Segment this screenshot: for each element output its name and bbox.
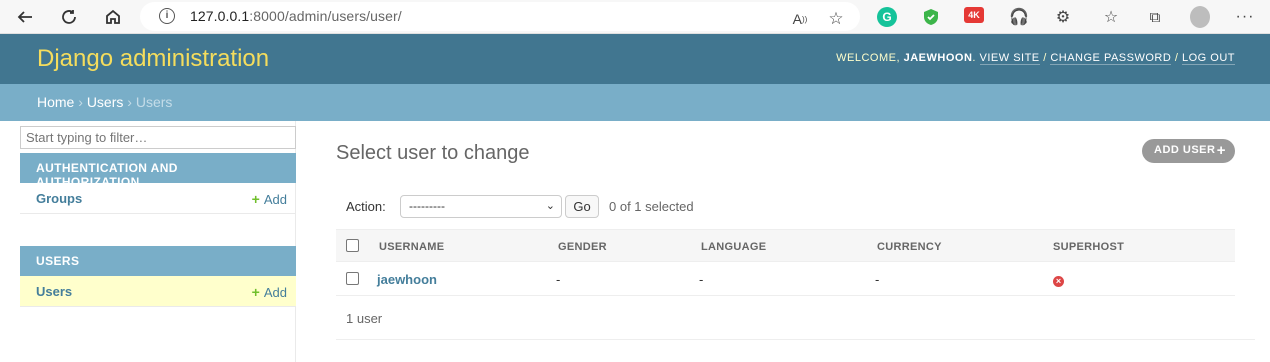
extensions-icon[interactable]: ⚙ [1053, 7, 1073, 27]
grammarly-extension-icon[interactable]: G [877, 7, 897, 27]
plus-icon: + [1216, 142, 1226, 159]
app-caption-users[interactable]: Users [20, 246, 296, 276]
nav-sidebar: Authentication and Authorization Groups … [0, 121, 296, 362]
paginator: 1 user [336, 298, 1255, 340]
username-link[interactable]: jaewhoon [377, 272, 437, 287]
sidebar-item-users: Users + Add [20, 276, 296, 307]
shield-extension-icon[interactable] [921, 7, 941, 27]
url-text[interactable]: 127.0.0.1:8000/admin/users/user/ [190, 8, 402, 24]
cell-currency: - [875, 272, 880, 287]
welcome-username: jaewhoon [903, 52, 973, 64]
result-list: Username Gender Language Currency Superh… [336, 229, 1235, 296]
column-header-gender[interactable]: Gender [558, 241, 607, 253]
favorites-icon[interactable]: ☆ [1101, 7, 1121, 27]
cell-gender: - [556, 272, 561, 287]
table-row: jaewhoon - - - × [336, 262, 1235, 296]
log-out-link[interactable]: Log out [1181, 52, 1235, 65]
breadcrumb-app[interactable]: Users [87, 94, 124, 110]
site-info-icon[interactable]: i [159, 8, 175, 24]
nav-filter-input[interactable] [20, 126, 296, 149]
column-header-username[interactable]: Username [379, 241, 444, 253]
cell-language: - [699, 272, 704, 287]
breadcrumb: Home › Users › Users [0, 84, 1270, 121]
page-title: Select user to change [336, 142, 530, 164]
column-header-language[interactable]: Language [701, 241, 766, 253]
profile-icon[interactable] [1190, 6, 1210, 28]
home-icon[interactable] [101, 5, 125, 29]
favorite-add-icon[interactable]: ☆ [826, 9, 846, 29]
breadcrumb-home[interactable]: Home [37, 94, 74, 110]
users-add-link[interactable]: + Add [252, 284, 287, 300]
view-site-link[interactable]: View site [979, 52, 1040, 65]
read-aloud-icon[interactable]: A)) [790, 9, 810, 29]
selection-counter: 0 of 1 selected [609, 199, 694, 214]
headphones-extension-icon[interactable]: 🎧 [1009, 7, 1029, 27]
column-header-currency[interactable]: Currency [877, 241, 942, 253]
collections-icon[interactable]: ⧉ [1145, 7, 1165, 27]
user-tools: Welcome, jaewhoon. View site / Change pa… [836, 52, 1235, 65]
column-header-superhost[interactable]: Superhost [1053, 241, 1124, 253]
back-icon[interactable] [13, 5, 37, 29]
site-branding[interactable]: Django administration [37, 45, 269, 73]
address-bar[interactable]: i 127.0.0.1:8000/admin/users/user/ A)) ☆ [140, 2, 860, 31]
actions-bar: Action: --------- ⌄ Go 0 of 1 selected [336, 190, 1235, 224]
app-caption-auth[interactable]: Authentication and Authorization [20, 153, 296, 189]
4k-extension-icon[interactable]: 4K [964, 7, 984, 23]
add-icon: + [251, 191, 260, 207]
go-button[interactable]: Go [565, 195, 599, 218]
groups-link[interactable]: Groups [36, 191, 82, 206]
superhost-no-icon: × [1053, 276, 1064, 287]
breadcrumb-current: Users [135, 94, 173, 110]
add-user-button[interactable]: Add user + [1142, 139, 1235, 163]
more-menu-icon[interactable]: ··· [1235, 7, 1255, 27]
groups-add-link[interactable]: + Add [252, 191, 287, 207]
refresh-icon[interactable] [57, 5, 81, 29]
action-label: Action: [346, 199, 386, 214]
select-all-checkbox[interactable] [346, 239, 359, 252]
table-header: Username Gender Language Currency Superh… [336, 229, 1235, 262]
action-select[interactable]: --------- ⌄ [400, 195, 562, 218]
browser-toolbar: i 127.0.0.1:8000/admin/users/user/ A)) ☆… [0, 0, 1270, 34]
change-password-link[interactable]: Change password [1050, 52, 1172, 65]
admin-header: Django administration Welcome, jaewhoon.… [0, 34, 1270, 84]
users-link[interactable]: Users [36, 284, 72, 299]
add-icon: + [251, 284, 260, 300]
row-checkbox[interactable] [346, 272, 359, 285]
welcome-text: Welcome, [836, 52, 901, 64]
sidebar-item-groups: Groups + Add [20, 183, 296, 214]
chevron-down-icon: ⌄ [545, 200, 555, 212]
